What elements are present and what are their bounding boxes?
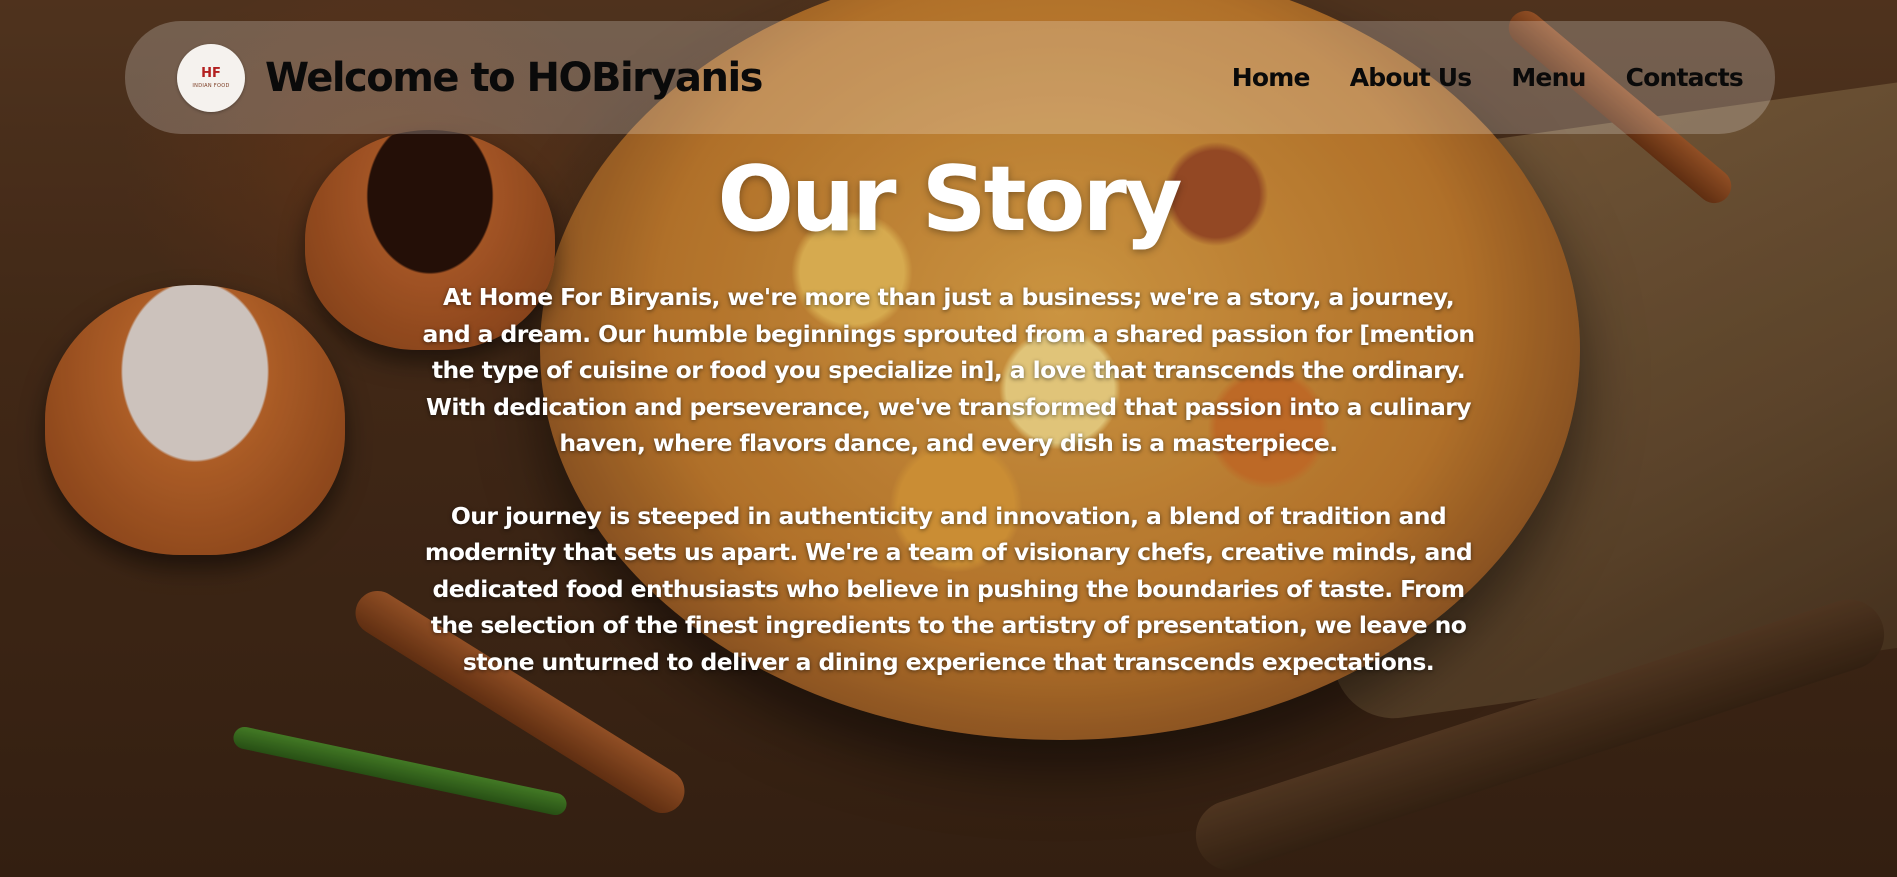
story-paragraph-1: At Home For Biryanis, we're more than ju… [422, 283, 1475, 457]
story-paragraph-2: Our journey is steeped in authenticity a… [424, 501, 1473, 676]
site-header: HF INDIAN FOOD Welcome to HOBiryanis Hom… [125, 21, 1775, 134]
nav-contacts-link[interactable]: Contacts [1626, 63, 1744, 92]
nav-about-us-link[interactable]: About Us [1350, 63, 1472, 92]
story-section: Our Story At Home For Biryanis, we're mo… [0, 150, 1897, 680]
nav-menu-link[interactable]: Menu [1511, 63, 1586, 92]
logo-caption: INDIAN FOOD [192, 82, 230, 89]
site-title: Welcome to HOBiryanis [265, 54, 763, 101]
page: HF INDIAN FOOD Welcome to HOBiryanis Hom… [0, 0, 1897, 877]
main-nav: Home About Us Menu Contacts [1232, 63, 1744, 92]
nav-home-link[interactable]: Home [1232, 63, 1311, 92]
story-title: Our Story [717, 147, 1182, 252]
logo-mark: HF [201, 65, 221, 81]
site-logo[interactable]: HF INDIAN FOOD [177, 43, 245, 112]
